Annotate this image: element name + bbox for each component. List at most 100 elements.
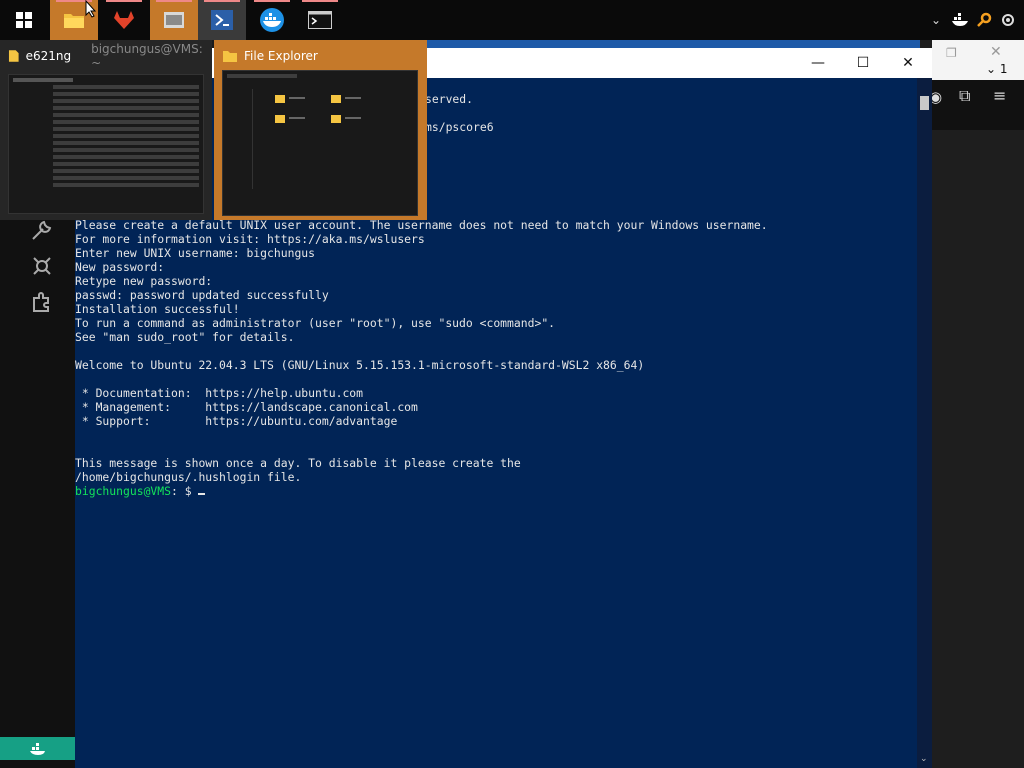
taskbar-app[interactable] (150, 0, 198, 40)
taskbar-powershell[interactable] (198, 0, 246, 40)
taskbar-terminal[interactable] (296, 0, 344, 40)
terminal-icon (308, 11, 332, 29)
restore-icon[interactable]: ❐ (946, 46, 957, 60)
extensions-icon[interactable] (30, 290, 54, 314)
preview-row (53, 99, 199, 103)
remote-icon[interactable] (30, 254, 54, 278)
preview-row (53, 155, 199, 159)
taskbar-docker[interactable] (248, 0, 296, 40)
key-icon (977, 12, 992, 27)
background-browser-titlebar: ❐ ✕ ⌄ 1 (932, 40, 1024, 80)
close-icon: ✕ (902, 55, 914, 71)
terminal-line: Enter new UNIX username: bigchungus (75, 246, 316, 260)
close-button[interactable]: ✕ (886, 48, 930, 78)
active-indicator (156, 0, 192, 2)
terminal-scrollbar[interactable]: ⌄ (917, 78, 932, 768)
taskbar-app[interactable] (100, 0, 148, 40)
thumbnail-tab-text: bigchungus@VMS: ~ (91, 42, 203, 70)
terminal-line: This message is shown once a day. To dis… (75, 456, 521, 470)
preview-row (53, 85, 199, 89)
close-icon[interactable]: ✕ (990, 44, 1002, 60)
preview-row (53, 183, 199, 187)
terminal-line: Please create a default UNIX user accoun… (75, 218, 768, 232)
folder-icon (64, 14, 84, 28)
preview-row (53, 134, 199, 138)
thumbnail-title: e621ng bigchungus@VMS: ~ (8, 42, 212, 70)
gear-icon (1002, 14, 1014, 26)
app-window-icon (164, 12, 184, 28)
puzzle-icon[interactable]: ⧉ (959, 86, 970, 106)
wrench-icon[interactable] (30, 218, 54, 242)
maximize-icon: ☐ (856, 55, 870, 71)
preview-row (53, 141, 199, 145)
tray-search[interactable] (972, 0, 996, 40)
terminal-line: passwd: password updated successfully (75, 288, 329, 302)
preview-row (53, 169, 199, 173)
preview-row (53, 120, 199, 124)
terminal-line: Retype new password: (75, 274, 213, 288)
preview-row (53, 148, 199, 152)
scrollbar-thumb[interactable] (920, 96, 929, 110)
background-browser (917, 40, 1024, 768)
preview-row (227, 74, 297, 78)
prompt-suffix: : $ (171, 484, 199, 498)
active-indicator (106, 0, 142, 2)
thumbnail-preview (8, 74, 204, 214)
terminal-line: To run a command as administrator (user … (75, 316, 556, 330)
file-icon (8, 50, 19, 62)
tray-app[interactable] (996, 0, 1020, 40)
folder-icon (223, 51, 237, 62)
start-button[interactable] (0, 0, 48, 40)
terminal-line: * Documentation: https://help.ubuntu.com (75, 386, 364, 400)
chevron-up-icon: ⌄ (930, 13, 942, 27)
mouse-cursor-icon (85, 0, 97, 18)
partial-line: ms/pscore6 (425, 120, 494, 134)
minimize-button[interactable]: — (796, 48, 840, 78)
preview-row (53, 106, 199, 110)
preview-row (53, 113, 199, 117)
docker-icon (29, 742, 45, 755)
terminal-prompt-line[interactable]: bigchungus@VMS: $ (75, 484, 768, 498)
terminal-line: Installation successful! (75, 302, 240, 316)
maximize-button[interactable]: ☐ (841, 48, 885, 78)
preview-row (53, 162, 199, 166)
preview-folders (275, 95, 361, 123)
thumbnail-file-explorer[interactable]: File Explorer (214, 40, 427, 220)
docker-tray-icon (952, 13, 968, 26)
terminal-line: Welcome to Ubuntu 22.04.3 LTS (GNU/Linux… (75, 358, 645, 372)
scroll-down-icon[interactable]: ⌄ (920, 754, 928, 764)
thumbnail-title-text: e621ng (25, 49, 72, 63)
desktop: ❐ ✕ ⌄ 1 ◉ ⧉ ≡ — ☐ ✕ served. ms/pscore6 P… (0, 0, 1024, 768)
preview-row (53, 127, 199, 131)
tray-docker[interactable] (948, 0, 972, 40)
docker-status-bar[interactable] (0, 737, 75, 760)
thumbnail-browser[interactable]: e621ng bigchungus@VMS: ~ (0, 40, 212, 220)
terminal-line: See "man sudo_root" for details. (75, 330, 295, 344)
terminal-line: For more information visit: https://aka.… (75, 232, 425, 246)
thumbnail-title: File Explorer (222, 46, 318, 66)
prompt-user-host: bigchungus@VMS (75, 484, 172, 498)
tray-overflow-button[interactable]: ⌄ (924, 0, 948, 40)
browser-toolbar: ◉ ⧉ ≡ (917, 80, 1024, 130)
docker-icon (260, 8, 284, 32)
terminal-line: /home/bigchungus/.hushlogin file. (75, 470, 302, 484)
chevron-down-icon: ⌄ (986, 62, 997, 76)
preview-row (13, 78, 73, 82)
minimize-icon: — (811, 55, 825, 71)
preview-row (53, 176, 199, 180)
preview-row (53, 92, 199, 96)
terminal-line: * Management: https://landscape.canonica… (75, 400, 418, 414)
powershell-icon (211, 10, 233, 30)
thumbnail-preview (222, 70, 418, 216)
active-indicator (302, 0, 338, 2)
terminal-lines: Please create a default UNIX user accoun… (75, 218, 768, 498)
menu-icon[interactable]: ≡ (993, 86, 1006, 105)
text-cursor (198, 493, 206, 495)
tab-count[interactable]: ⌄ 1 (986, 62, 1008, 76)
terminal-line: * Support: https://ubuntu.com/advantage (75, 414, 398, 428)
tab-count-label: 1 (999, 62, 1008, 76)
gitlab-icon (114, 11, 134, 29)
